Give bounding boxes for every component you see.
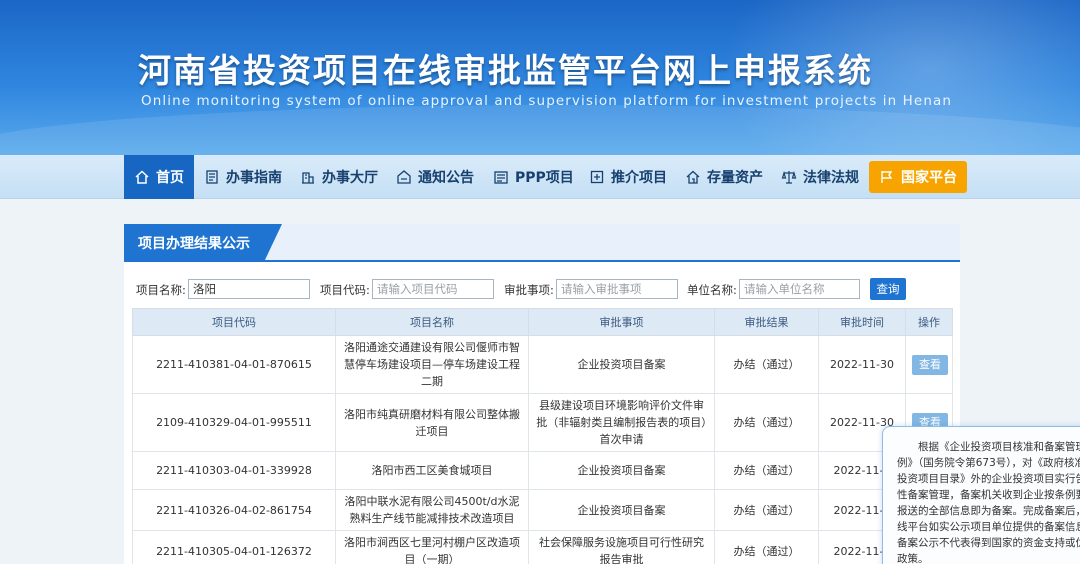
col-header-action: 操作 <box>905 308 953 336</box>
cell-code: 2211-410303-04-01-339928 <box>132 451 336 491</box>
cell-matter: 社会保障服务设施项目可行性研究报告审批 <box>528 530 715 564</box>
unit-name-label: 单位名称: <box>687 283 737 297</box>
nav-guide-label: 办事指南 <box>226 170 282 186</box>
col-header-matter: 审批事项 <box>528 308 715 336</box>
cell-code: 2109-410329-04-01-995511 <box>132 393 336 453</box>
site-subtitle: Online monitoring system of online appro… <box>141 93 953 109</box>
nav-national-platform-label: 国家平台 <box>901 170 957 186</box>
main-nav: 首页 办事指南 办事大厅 通知公告 PPP项目 推介项目 存量资产 法律法规 国… <box>0 155 1080 199</box>
cell-code: 2211-410305-04-01-126372 <box>132 530 336 564</box>
cell-matter: 企业投资项目备案 <box>528 451 715 491</box>
nav-law-label: 法律法规 <box>803 170 859 186</box>
results-panel: 项目办理结果公示 项目名称: 项目代码: 审批事项: 单位名称: 查询 项目代码… <box>124 224 960 564</box>
table-row: 2211-410326-04-02-861754 洛阳中联水泥有限公司4500t… <box>132 489 953 532</box>
nav-ppp-label: PPP项目 <box>515 170 574 186</box>
panel-header: 项目办理结果公示 <box>124 224 960 262</box>
flag-icon <box>881 171 893 183</box>
home-icon <box>135 170 149 184</box>
filing-notice-text: 根据《企业投资项目核准和备案管理条例》（国务院令第673号），对《政府核准的投资… <box>897 441 1080 564</box>
nav-ppp[interactable]: PPP项目 <box>493 155 574 199</box>
table-row: 2109-410329-04-01-995511 洛阳市纯真研磨材料有限公司整体… <box>132 393 953 453</box>
cell-result: 办结（通过） <box>714 393 819 453</box>
cell-result: 办结（通过） <box>714 489 819 532</box>
nav-national-platform[interactable]: 国家平台 <box>869 161 967 193</box>
project-code-input[interactable] <box>372 279 494 299</box>
cell-name: 洛阳市涧西区七里河村棚户区改造项目（一期） <box>335 530 529 564</box>
cell-name: 洛阳市西工区美食城项目 <box>335 451 529 491</box>
cell-result: 办结（通过） <box>714 334 819 395</box>
approval-matter-label: 审批事项: <box>504 283 554 297</box>
col-header-result: 审批结果 <box>714 308 819 336</box>
search-button[interactable]: 查询 <box>870 278 906 300</box>
nav-asset-label: 存量资产 <box>707 170 763 186</box>
promote-icon <box>590 170 604 184</box>
nav-hall[interactable]: 办事大厅 <box>300 155 378 199</box>
col-header-name: 项目名称 <box>335 308 529 336</box>
cell-time: 2022-11-30 <box>818 334 906 395</box>
table-header-row: 项目代码 项目名称 审批事项 审批结果 审批时间 操作 <box>132 308 953 336</box>
nav-notice-label: 通知公告 <box>418 170 474 186</box>
cell-matter: 企业投资项目备案 <box>528 334 715 395</box>
unit-name-input[interactable] <box>739 279 860 299</box>
cell-name: 洛阳市纯真研磨材料有限公司整体搬迁项目 <box>335 393 529 453</box>
guide-icon <box>206 170 218 184</box>
project-name-input[interactable] <box>188 279 310 299</box>
approval-matter-input[interactable] <box>556 279 678 299</box>
notice-icon <box>397 170 411 184</box>
ppp-icon <box>494 171 508 184</box>
nav-home-label: 首页 <box>156 170 184 186</box>
table-row: 2211-410305-04-01-126372 洛阳市涧西区七里河村棚户区改造… <box>132 530 953 564</box>
cell-code: 2211-410381-04-01-870615 <box>132 334 336 395</box>
cell-matter: 县级建设项目环境影响评价文件审批（非辐射类且编制报告表的项目）首次申请 <box>528 393 715 453</box>
nav-law[interactable]: 法律法规 <box>781 155 859 199</box>
results-table: 项目代码 项目名称 审批事项 审批结果 审批时间 操作 2211-410381-… <box>132 308 953 564</box>
cell-code: 2211-410326-04-02-861754 <box>132 489 336 532</box>
cell-result: 办结（通过） <box>714 530 819 564</box>
nav-promote-label: 推介项目 <box>611 170 667 186</box>
nav-promote[interactable]: 推介项目 <box>589 155 667 199</box>
nav-hall-label: 办事大厅 <box>322 170 378 186</box>
law-icon <box>781 170 797 184</box>
cell-name: 洛阳中联水泥有限公司4500t/d水泥熟料生产线节能减排技术改造项目 <box>335 489 529 532</box>
filing-notice-popup: 根据《企业投资项目核准和备案管理条例》（国务院令第673号），对《政府核准的投资… <box>882 426 1080 564</box>
project-code-label: 项目代码: <box>320 283 370 297</box>
table-row: 2211-410381-04-01-870615 洛阳通途交通建设有限公司偃师市… <box>132 334 953 395</box>
table-row: 2211-410303-04-01-339928 洛阳市西工区美食城项目 企业投… <box>132 451 953 491</box>
search-form: 项目名称: 项目代码: 审批事项: 单位名称: 查询 <box>124 276 960 302</box>
nav-guide[interactable]: 办事指南 <box>204 155 282 199</box>
nav-notice[interactable]: 通知公告 <box>396 155 474 199</box>
panel-title: 项目办理结果公示 <box>124 224 282 262</box>
header-banner: 河南省投资项目在线审批监管平台网上申报系统 Online monitoring … <box>0 0 1080 155</box>
nav-home[interactable]: 首页 <box>124 155 194 199</box>
nav-asset[interactable]: 存量资产 <box>685 155 763 199</box>
cell-result: 办结（通过） <box>714 451 819 491</box>
cell-name: 洛阳通途交通建设有限公司偃师市智慧停车场建设项目—停车场建设工程二期 <box>335 334 529 395</box>
hall-icon <box>302 172 314 184</box>
cell-matter: 企业投资项目备案 <box>528 489 715 532</box>
cell-action: 查看 <box>905 334 953 395</box>
site-title: 河南省投资项目在线审批监管平台网上申报系统 <box>138 51 873 90</box>
asset-icon <box>686 170 700 184</box>
view-button[interactable]: 查看 <box>912 354 948 375</box>
project-name-label: 项目名称: <box>136 283 186 297</box>
col-header-time: 审批时间 <box>818 308 906 336</box>
col-header-code: 项目代码 <box>132 308 336 336</box>
